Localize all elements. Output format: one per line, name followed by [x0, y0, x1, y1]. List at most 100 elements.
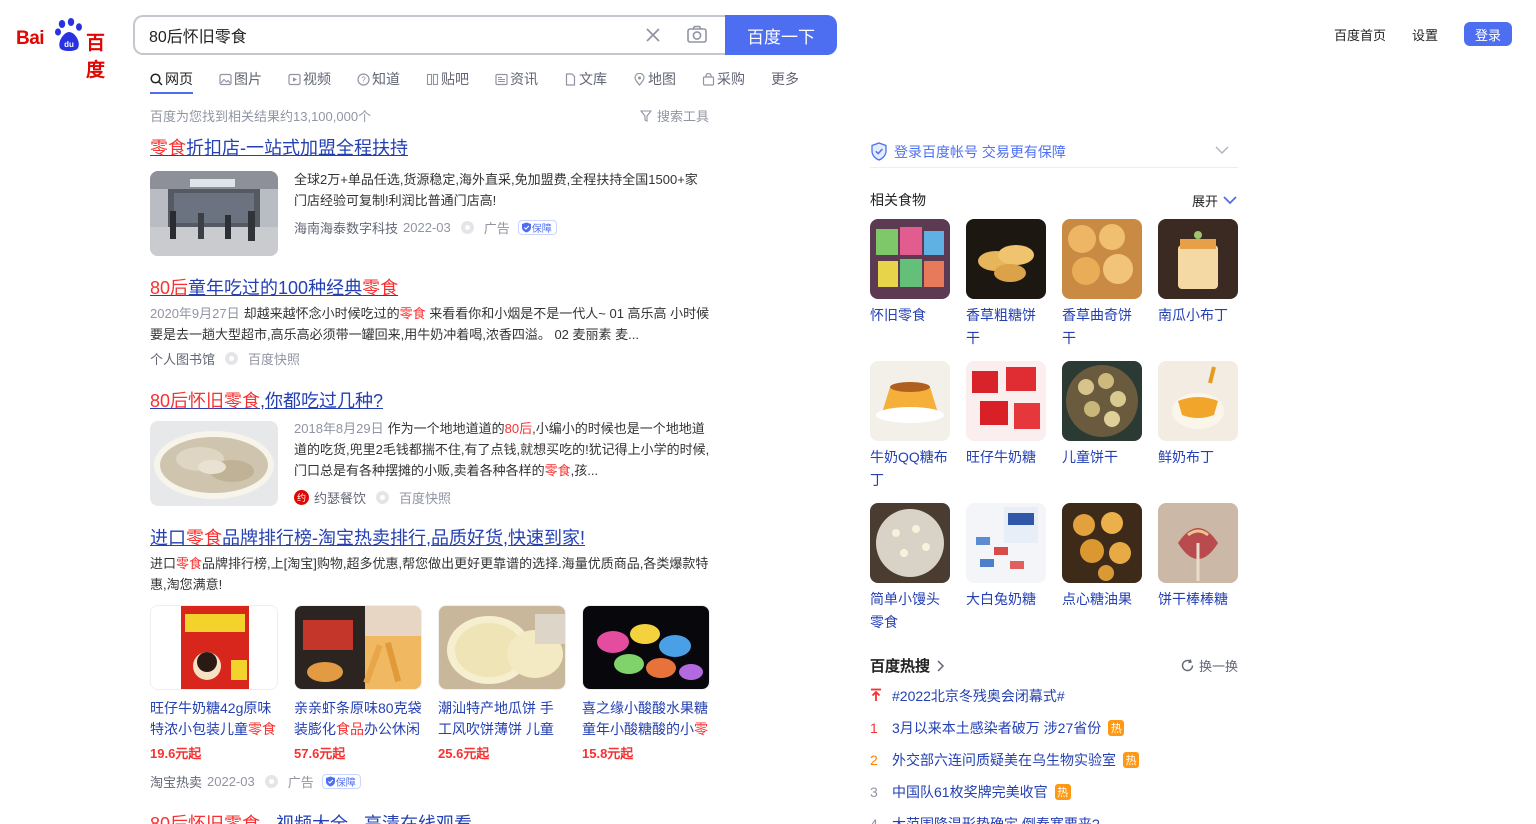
result-thumbnail[interactable] — [150, 171, 278, 256]
food-item[interactable]: 南瓜小布丁 — [1158, 219, 1238, 327]
hot-search-text: 外交部六连问质疑美在乌生物实验室 — [892, 752, 1116, 768]
product-card[interactable]: 潮汕特产地瓜饼 手工风吹饼薄饼 儿童 25.6元起 — [438, 605, 566, 762]
food-item[interactable]: 儿童饼干 — [1062, 361, 1142, 469]
expand-button[interactable]: 展开 — [1192, 190, 1238, 210]
guarantee-badge[interactable]: 保障 — [321, 774, 361, 789]
abstract-text: ,孩... — [570, 463, 599, 478]
product-name-text: 潮汕特产地瓜饼 手工风吹饼薄饼 儿童 — [438, 700, 554, 737]
ad-tag: 广告 — [287, 775, 314, 790]
result-ad-1: 零食折扣店-一站式加盟全程扶持 全球2万+单品任选,货源稳定,海外直采,免加盟费… — [150, 136, 710, 256]
food-item[interactable]: 香草粗糖饼干 — [966, 219, 1046, 350]
product-card[interactable]: 旺仔牛奶糖42g原味特浓小包装儿童零食 19.6元起 — [150, 605, 278, 762]
chevron-down-icon[interactable] — [1214, 142, 1230, 158]
result-abstract: 进口零食品牌排行榜,上[淘宝]购物,超多优惠,帮您做出更好更靠谱的选择.海量优质… — [150, 553, 710, 595]
result-title[interactable]: 80后童年吃过的100种经典零食 — [150, 278, 398, 298]
food-item[interactable]: 饼干棒棒糖 — [1158, 503, 1238, 611]
food-item[interactable]: 简单小馒头零食 — [870, 503, 950, 634]
baidu-logo[interactable]: Bai du 百度 — [16, 18, 118, 81]
search-button[interactable]: 百度一下 — [725, 15, 837, 55]
food-item[interactable]: 点心糖油果 — [1062, 503, 1142, 611]
hot-search-item[interactable]: 4 大范围降温形势确定 倒春寒要来? — [870, 814, 1100, 824]
info-icon[interactable] — [460, 221, 474, 234]
hot-badge: 热 — [1054, 784, 1071, 800]
hot-search-item[interactable]: 1 3月以来本土感染者破万 涉27省份 热 — [870, 718, 1125, 738]
product-card[interactable]: 亲亲虾条原味80克袋装膨化食品办公休闲 57.6元起 — [294, 605, 422, 762]
related-foods-title: 相关食物 — [870, 192, 926, 208]
result-title[interactable]: 零食折扣店-一站式加盟全程扶持 — [150, 138, 408, 158]
tab-web[interactable]: 网页 — [150, 66, 193, 94]
food-item[interactable]: 大白兔奶糖 — [966, 503, 1046, 611]
source-site[interactable]: 海南海泰数字科技 — [294, 218, 398, 237]
tab-video[interactable]: 视频 — [288, 66, 331, 92]
result-thumbnail[interactable] — [150, 421, 278, 506]
pancake-photo — [439, 606, 565, 689]
tab-wenku[interactable]: 文库 — [564, 66, 607, 92]
product-image — [150, 605, 278, 690]
search-tools[interactable]: 搜索工具 — [640, 106, 709, 125]
clear-icon[interactable] — [643, 25, 663, 45]
food-image — [1158, 219, 1238, 299]
related-foods-header: 相关食物 展开 — [870, 190, 1238, 210]
tab-map[interactable]: 地图 — [633, 66, 676, 92]
source-site[interactable]: 约瑟餐饮 — [314, 488, 366, 507]
abstract-highlight: 零食 — [176, 556, 203, 571]
login-tip[interactable]: 登录百度帐号 交易更有保障 — [870, 136, 1238, 168]
refresh-button[interactable]: 换一换 — [1180, 656, 1238, 675]
result-ad-2: 进口零食品牌排行榜-淘宝热卖排行,品质好货,快速到家! 进口零食品牌排行榜,上[… — [150, 526, 710, 790]
snapshot-link[interactable]: 百度快照 — [399, 488, 451, 507]
food-item[interactable]: 旺仔牛奶糖 — [966, 361, 1046, 469]
food-name: 南瓜小布丁 — [1158, 307, 1228, 323]
food-image — [1158, 503, 1238, 583]
result-count: 百度为您找到相关结果约13,100,000个 — [150, 109, 372, 124]
product-card[interactable]: 喜之缘小酸酸水果糖童年小酸糖酸的小零 15.8元起 — [582, 605, 710, 762]
source-site[interactable]: 淘宝热卖 — [150, 772, 202, 791]
result-abstract: 2018年8月29日 作为一个地地道道的80后,小编小的时候也是一个地地道道的吃货… — [294, 418, 710, 481]
hot-search-header: 百度热搜 换一换 — [870, 655, 1238, 676]
food-name: 点心糖油果 — [1062, 591, 1132, 607]
food-item[interactable]: 怀旧零食 — [870, 219, 950, 327]
tab-label: 网页 — [165, 71, 193, 87]
title-text: 品牌排行榜-淘宝热卖排行,品质好货,快速到家! — [222, 528, 585, 548]
food-item[interactable]: 鲜奶布丁 — [1158, 361, 1238, 469]
shield-icon — [325, 776, 335, 787]
hot-search-title[interactable]: 百度热搜 — [870, 655, 946, 676]
info-icon[interactable] — [225, 352, 239, 365]
food-name: 大白兔奶糖 — [966, 591, 1036, 607]
tab-zhidao[interactable]: ? 知道 — [357, 66, 400, 92]
home-link[interactable]: 百度首页 — [1334, 25, 1386, 44]
guarantee-badge[interactable]: 保障 — [517, 220, 557, 235]
source-site[interactable]: 个人图书馆 — [150, 349, 215, 368]
info-icon[interactable] — [264, 775, 278, 788]
settings-link[interactable]: 设置 — [1412, 25, 1438, 44]
chevron-down-icon — [1223, 196, 1237, 205]
food-image — [1062, 219, 1142, 299]
tab-label: 贴吧 — [441, 71, 469, 87]
camera-icon[interactable] — [686, 24, 708, 46]
result-title[interactable]: 进口零食品牌排行榜-淘宝热卖排行,品质好货,快速到家! — [150, 528, 585, 548]
result-title[interactable]: 80后怀旧零食,你都吃过几种? — [150, 391, 383, 411]
food-item[interactable]: 牛奶QQ糖布丁 — [870, 361, 950, 492]
hot-search-item[interactable]: 3 中国队61枚奖牌完美收官 热 — [870, 782, 1071, 802]
food-name: 儿童饼干 — [1062, 449, 1118, 465]
tab-purchase[interactable]: 采购 — [702, 66, 745, 92]
info-icon[interactable] — [376, 491, 390, 504]
product-price: 25.6元起 — [438, 746, 490, 761]
result-title[interactable]: 80后怀旧零食 - 视频大全 - 高清在线观看 — [150, 814, 472, 824]
hot-search-text: 3月以来本土感染者破万 涉27省份 — [892, 720, 1102, 736]
snapshot-link[interactable]: 百度快照 — [248, 349, 300, 368]
tab-more[interactable]: 更多 — [771, 66, 799, 92]
product-image — [438, 605, 566, 690]
food-name: 鲜奶布丁 — [1158, 449, 1214, 465]
tab-images[interactable]: 图片 — [219, 66, 262, 92]
search-tabs: 网页 图片 视频 ? 知道 贴吧 资讯 文库 地图 采购 更多 — [150, 66, 825, 94]
hot-search-item[interactable]: #2022北京冬残奥会闭幕式# — [870, 686, 1065, 706]
search-input[interactable] — [149, 17, 619, 53]
login-button[interactable]: 登录 — [1464, 22, 1512, 46]
tab-tieba[interactable]: 贴吧 — [426, 66, 469, 92]
food-item[interactable]: 香草曲奇饼干 — [1062, 219, 1142, 350]
tab-news[interactable]: 资讯 — [495, 66, 538, 92]
hot-search-item[interactable]: 2 外交部六连问质疑美在乌生物实验室 热 — [870, 750, 1139, 770]
svg-text:约: 约 — [297, 492, 306, 503]
guarantee-label: 保障 — [335, 778, 356, 789]
store-photo — [150, 171, 278, 256]
